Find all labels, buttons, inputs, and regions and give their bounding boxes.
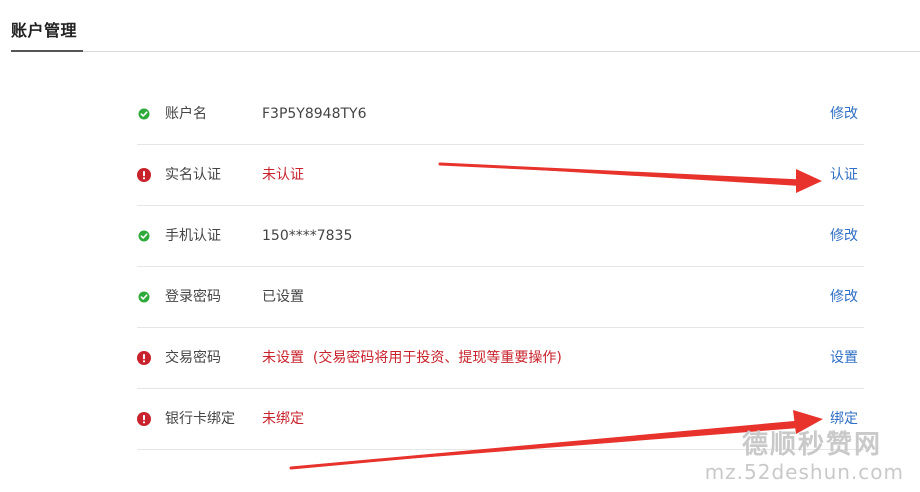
- row-label: 实名认证: [165, 167, 221, 183]
- page-title: 账户管理: [11, 21, 78, 40]
- list-item-login-password: 登录密码 已设置 修改: [137, 267, 864, 328]
- list-item-phone-verification: 手机认证 150****7835 修改: [137, 206, 864, 267]
- edit-login-password-link[interactable]: 修改: [830, 287, 858, 307]
- list-item-account-name: 账户名 F3P5Y8948TY6 修改: [137, 84, 864, 145]
- account-management-page: 账户管理 账户名 F3P5Y8948TY6 修改 实名认证 未认证 认证 手机认…: [0, 0, 920, 492]
- page-header: 账户管理: [0, 0, 920, 54]
- bind-bank-card-link[interactable]: 绑定: [830, 409, 858, 429]
- account-settings-list: 账户名 F3P5Y8948TY6 修改 实名认证 未认证 认证 手机认证 150…: [137, 84, 864, 450]
- row-value: 未设置 (交易密码将用于投资、提现等重要操作): [262, 350, 562, 366]
- row-label: 登录密码: [165, 289, 221, 305]
- header-divider: [11, 51, 920, 52]
- row-label: 交易密码: [165, 350, 221, 366]
- watermark-title: 德顺秒赞网: [741, 430, 882, 460]
- row-label: 银行卡绑定: [165, 411, 235, 427]
- set-trade-password-link[interactable]: 设置: [830, 348, 858, 368]
- edit-account-name-link[interactable]: 修改: [830, 104, 858, 124]
- header-title-underline: [11, 50, 83, 52]
- row-value: F3P5Y8948TY6: [262, 106, 367, 122]
- watermark: 德顺秒赞网 mz.52deshun.com: [705, 430, 912, 486]
- exclamation-circle-icon: [137, 351, 151, 365]
- row-value: 150****7835: [262, 228, 353, 244]
- row-value: 未绑定: [262, 411, 304, 427]
- edit-phone-link[interactable]: 修改: [830, 226, 858, 246]
- watermark-url: mz.52deshun.com: [704, 460, 904, 484]
- check-circle-icon: [138, 291, 150, 303]
- row-label: 账户名: [165, 106, 207, 122]
- row-value: 已设置: [262, 289, 304, 305]
- row-value: 未认证: [262, 167, 304, 183]
- verify-real-name-link[interactable]: 认证: [830, 165, 858, 185]
- exclamation-circle-icon: [137, 168, 151, 182]
- exclamation-circle-icon: [137, 412, 151, 426]
- list-item-trade-password: 交易密码 未设置 (交易密码将用于投资、提现等重要操作) 设置: [137, 328, 864, 389]
- list-item-real-name-verification: 实名认证 未认证 认证: [137, 145, 864, 206]
- row-label: 手机认证: [165, 228, 221, 244]
- check-circle-icon: [138, 230, 150, 242]
- check-circle-icon: [138, 108, 150, 120]
